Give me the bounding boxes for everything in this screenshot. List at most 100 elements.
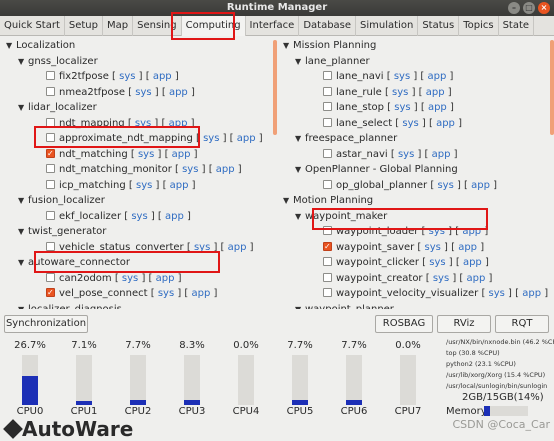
right-scrollbar[interactable] — [550, 40, 554, 135]
node-checkbox[interactable] — [323, 257, 332, 266]
tree-group[interactable]: ▼ fusion_localizer — [18, 194, 105, 208]
rviz-button[interactable]: RViz — [437, 315, 491, 333]
app-link[interactable]: app — [458, 242, 477, 253]
sys-link[interactable]: sys — [392, 87, 408, 98]
sys-link[interactable]: sys — [119, 71, 135, 82]
tab-quick-start[interactable]: Quick Start — [0, 16, 65, 36]
app-link[interactable]: app — [471, 180, 490, 191]
sys-link[interactable]: sys — [131, 211, 147, 222]
expand-arrow-icon[interactable]: ▼ — [283, 39, 293, 53]
sys-link[interactable]: sys — [203, 133, 219, 144]
sys-link[interactable]: sys — [433, 273, 449, 284]
node-checkbox[interactable] — [323, 240, 332, 254]
tree-group[interactable]: ▼ freespace_planner — [295, 132, 397, 146]
node-checkbox[interactable] — [323, 71, 332, 80]
sys-link[interactable]: sys — [136, 180, 152, 191]
sys-link[interactable]: sys — [398, 149, 414, 160]
app-link[interactable]: app — [169, 87, 188, 98]
expand-arrow-icon[interactable]: ▼ — [18, 256, 28, 270]
tree-group[interactable]: ▼ lidar_localizer — [18, 101, 97, 115]
tree-group[interactable]: ▼ twist_generator — [18, 225, 106, 239]
tab-setup[interactable]: Setup — [65, 16, 103, 36]
tree-item[interactable]: lane_select [ sys ] [ app ] — [323, 117, 462, 131]
tree-item[interactable]: fix2tfpose [ sys ] [ app ] — [46, 70, 179, 84]
sys-link[interactable]: sys — [425, 242, 441, 253]
app-link[interactable]: app — [432, 149, 451, 160]
app-link[interactable]: app — [156, 273, 175, 284]
minimize-icon[interactable]: – — [508, 2, 520, 14]
app-link[interactable]: app — [228, 242, 247, 253]
node-checkbox[interactable] — [46, 272, 55, 282]
expand-arrow-icon[interactable]: ▼ — [295, 55, 305, 69]
app-link[interactable]: app — [467, 273, 486, 284]
tree-item[interactable]: can2odom [ sys ] [ app ] — [46, 272, 182, 286]
node-checkbox[interactable] — [46, 164, 55, 173]
sys-link[interactable]: sys — [182, 164, 198, 175]
expand-arrow-icon[interactable]: ▼ — [18, 303, 28, 310]
node-checkbox[interactable] — [46, 241, 55, 251]
tree-item[interactable]: op_global_planner [ sys ] [ app ] — [323, 179, 497, 193]
sys-link[interactable]: sys — [138, 149, 154, 160]
close-icon[interactable]: × — [538, 2, 550, 14]
node-checkbox[interactable] — [323, 102, 332, 111]
node-checkbox[interactable] — [323, 117, 332, 127]
node-checkbox[interactable] — [46, 71, 55, 80]
tree-group[interactable]: ▼ Mission Planning — [283, 39, 376, 53]
app-link[interactable]: app — [170, 180, 189, 191]
tree-item[interactable]: waypoint_velocity_visualizer [ sys ] [ a… — [323, 287, 548, 301]
tree-item[interactable]: ekf_localizer [ sys ] [ app ] — [46, 210, 191, 224]
app-link[interactable]: app — [426, 87, 445, 98]
node-checkbox[interactable] — [46, 86, 55, 96]
maximize-icon[interactable]: □ — [523, 2, 535, 14]
tree-item[interactable]: lane_rule [ sys ] [ app ] — [323, 86, 452, 100]
rqt-button[interactable]: RQT — [495, 315, 549, 333]
sys-link[interactable]: sys — [122, 273, 138, 284]
tree-group[interactable]: ▼ waypoint_planner — [295, 303, 394, 310]
tree-item[interactable]: vel_pose_connect [ sys ] [ app ] — [46, 286, 217, 301]
expand-arrow-icon[interactable]: ▼ — [295, 132, 305, 146]
node-checkbox[interactable] — [323, 179, 332, 189]
tree-group[interactable]: ▼ Motion Planning — [283, 194, 373, 208]
tree-item[interactable]: lane_navi [ sys ] [ app ] — [323, 70, 453, 84]
tree-item[interactable]: waypoint_creator [ sys ] [ app ] — [323, 272, 492, 286]
sys-link[interactable]: sys — [437, 180, 453, 191]
app-link[interactable]: app — [436, 118, 455, 129]
sys-link[interactable]: sys — [135, 87, 151, 98]
tree-group[interactable]: ▼ lane_planner — [295, 55, 370, 69]
sys-link[interactable]: sys — [402, 118, 418, 129]
expand-arrow-icon[interactable]: ▼ — [18, 225, 28, 239]
app-link[interactable]: app — [463, 257, 482, 268]
node-checkbox[interactable] — [323, 148, 332, 158]
sys-link[interactable]: sys — [394, 102, 410, 113]
node-checkbox[interactable] — [46, 286, 55, 300]
expand-arrow-icon[interactable]: ▼ — [295, 210, 305, 224]
node-checkbox[interactable] — [323, 288, 332, 297]
rosbag-button[interactable]: ROSBAG — [375, 315, 433, 333]
app-link[interactable]: app — [165, 211, 184, 222]
tab-map[interactable]: Map — [103, 16, 134, 36]
node-checkbox[interactable] — [46, 147, 55, 161]
tree-item[interactable]: lane_stop [ sys ] [ app ] — [323, 101, 454, 115]
app-link[interactable]: app — [237, 133, 256, 144]
node-checkbox[interactable] — [323, 86, 332, 96]
tree-group[interactable]: ▼ OpenPlanner - Global Planning — [295, 163, 458, 177]
app-link[interactable]: app — [192, 288, 211, 299]
tree-item[interactable]: ndt_matching_monitor [ sys ] [ app ] — [46, 163, 242, 177]
tree-item[interactable]: ndt_matching [ sys ] [ app ] — [46, 147, 198, 162]
sys-link[interactable]: sys — [429, 257, 445, 268]
tab-status[interactable]: Status — [418, 16, 460, 36]
tab-simulation[interactable]: Simulation — [356, 16, 419, 36]
app-link[interactable]: app — [522, 288, 541, 299]
tree-item[interactable]: waypoint_saver [ sys ] [ app ] — [323, 240, 484, 255]
app-link[interactable]: app — [428, 102, 447, 113]
expand-arrow-icon[interactable]: ▼ — [283, 194, 293, 208]
expand-arrow-icon[interactable]: ▼ — [18, 55, 28, 69]
tree-group[interactable]: ▼ localizer_diagnosis — [18, 303, 122, 310]
node-checkbox[interactable] — [46, 210, 55, 220]
expand-arrow-icon[interactable]: ▼ — [18, 101, 28, 115]
node-checkbox[interactable] — [323, 272, 332, 282]
app-link[interactable]: app — [153, 71, 172, 82]
tab-topics[interactable]: Topics — [459, 16, 499, 36]
node-checkbox[interactable] — [46, 179, 55, 189]
app-link[interactable]: app — [172, 149, 191, 160]
